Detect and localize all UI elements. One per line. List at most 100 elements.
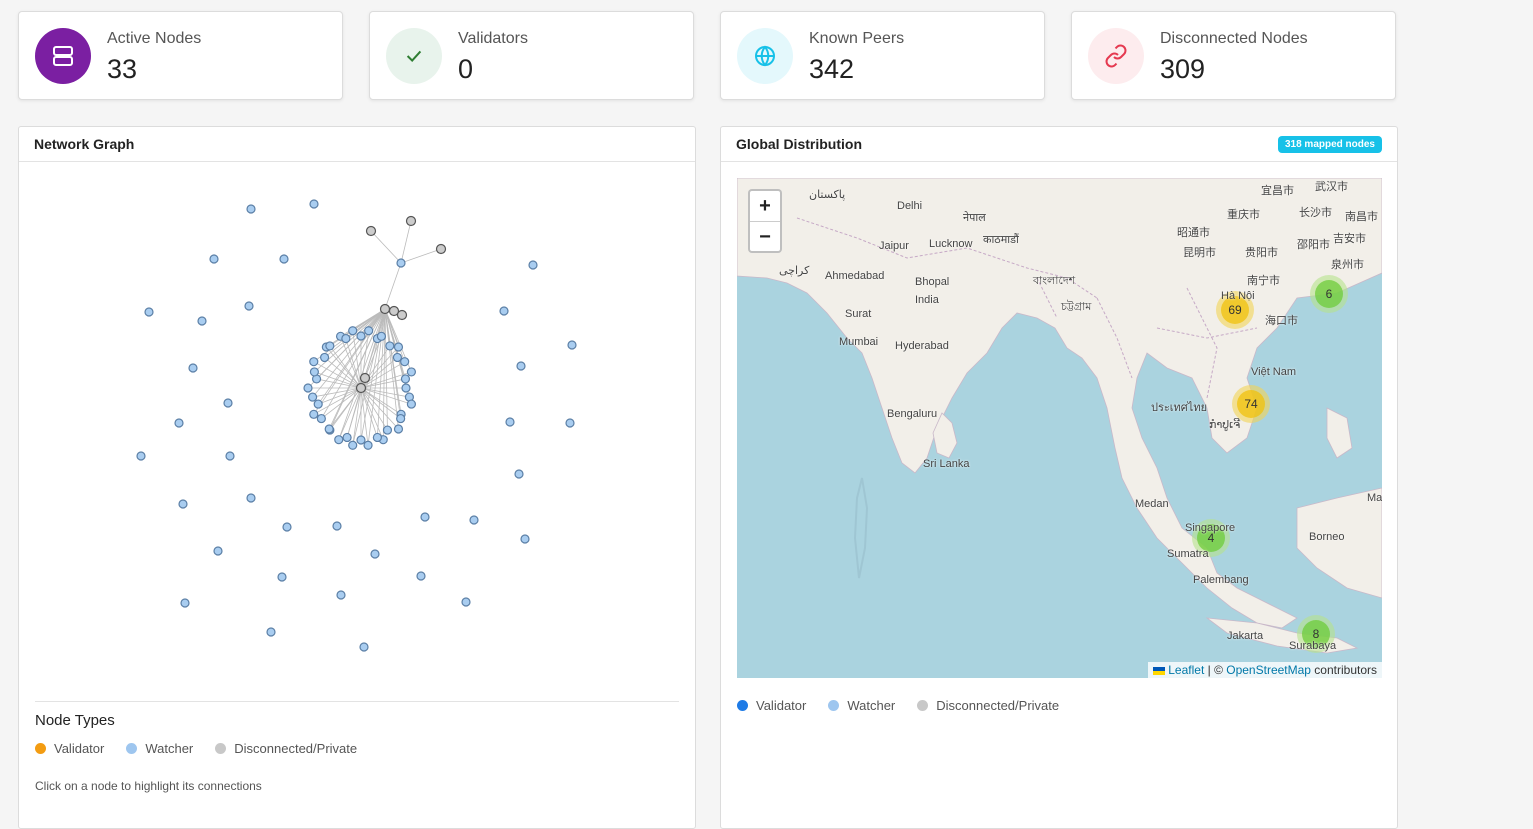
watcher-node[interactable] [319,352,330,363]
watcher-node[interactable] [406,367,417,377]
watcher-node[interactable] [279,254,289,264]
watcher-node[interactable] [393,342,404,352]
network-graph-canvas[interactable] [19,163,695,693]
map-place-label: ກຳປູເຈີ [1209,419,1241,431]
disconnected-node[interactable] [405,215,417,227]
watcher-node[interactable] [223,398,233,408]
disconnected-node[interactable] [435,243,447,255]
map-place-label: 昭通市 [1177,227,1210,239]
panel-title: Global Distribution [736,136,862,152]
disconnected-node[interactable] [379,303,391,315]
map-place-label: Surabaya [1289,640,1337,652]
watcher-node[interactable] [266,627,276,637]
watcher-node[interactable] [420,512,430,522]
watcher-node[interactable] [197,316,207,326]
watcher-node[interactable] [400,357,410,367]
watcher-node[interactable] [341,333,351,344]
watcher-node[interactable] [565,418,575,428]
legend-item-validator: Validator [35,741,104,756]
watcher-node[interactable] [178,499,188,509]
watcher-node[interactable] [309,409,319,419]
osm-link[interactable]: OpenStreetMap [1226,663,1311,677]
stat-card-disconnected-nodes: Disconnected Nodes 309 [1071,11,1396,100]
watcher-node[interactable] [400,374,411,384]
watcher-node[interactable] [359,642,369,652]
watcher-node[interactable] [376,331,387,341]
map-place-label: Ahmedabad [825,270,885,282]
watcher-node[interactable] [277,572,287,582]
watcher-node[interactable] [567,340,577,350]
watcher-node[interactable] [324,424,334,434]
watcher-node[interactable] [364,326,374,336]
watcher-node[interactable] [332,521,342,531]
watcher-node[interactable] [282,522,292,532]
watcher-node[interactable] [370,549,380,559]
watcher-node[interactable] [356,331,366,341]
stat-label: Validators [458,30,528,47]
watcher-node[interactable] [225,451,235,461]
watcher-node[interactable] [144,307,154,317]
watcher-node[interactable] [406,399,417,409]
watcher-node[interactable] [246,204,256,214]
watcher-node[interactable] [505,417,515,427]
ukraine-flag-icon [1153,666,1166,675]
watcher-node[interactable] [348,440,358,450]
watcher-node[interactable] [401,383,411,393]
land-india [737,178,1382,629]
watcher-node[interactable] [356,435,366,445]
map-place-label: काठमाडौं [983,234,1019,246]
watcher-node[interactable] [382,425,393,435]
watcher-node[interactable] [209,254,219,264]
watcher-node[interactable] [342,432,352,443]
watcher-node[interactable] [385,341,395,351]
watcher-node[interactable] [363,440,373,450]
watcher-node[interactable] [213,546,223,556]
watcher-node[interactable] [396,413,406,424]
svg-text:69: 69 [1228,303,1242,317]
map-tiles[interactable]: 69 74 6 4 8 [737,178,1382,678]
watcher-node[interactable] [316,413,326,424]
disconnected-node[interactable] [365,225,377,237]
watcher-node[interactable] [308,392,318,402]
watcher-node[interactable] [303,383,313,393]
watcher-node[interactable] [416,571,426,581]
map-container[interactable]: 69 74 6 4 8 پاکستان Delhi नेपाल Jaipur Luckn… [737,178,1382,678]
watcher-node[interactable] [334,435,344,445]
disconnected-node[interactable] [355,382,367,394]
watcher-node[interactable] [528,260,538,270]
disconnected-node[interactable] [396,309,408,321]
map-place-label: Singapore [1185,522,1236,534]
watcher-node[interactable] [246,493,256,503]
node-types-legend: Validator Watcher Disconnected/Private [35,741,379,756]
watcher-node[interactable] [514,469,524,479]
watcher-node[interactable] [372,432,382,443]
watcher-node[interactable] [180,598,190,608]
zoom-out-button[interactable]: − [750,222,780,252]
watcher-node[interactable] [188,363,198,373]
watcher-node[interactable] [244,301,254,311]
watcher-node[interactable] [309,367,319,377]
watcher-node[interactable] [396,258,406,268]
leaflet-link[interactable]: Leaflet [1168,663,1204,677]
watcher-node[interactable] [520,534,530,544]
validator-dot-icon [35,743,46,754]
watcher-node[interactable] [309,199,319,209]
watcher-node[interactable] [516,361,526,371]
watcher-node[interactable] [469,515,479,525]
zoom-in-button[interactable]: + [750,191,780,222]
map-place-label: کراچی [779,265,810,277]
validator-dot-icon [737,700,748,711]
watcher-node[interactable] [136,451,146,461]
watcher-node[interactable] [325,341,335,351]
watcher-node[interactable] [309,357,319,367]
watcher-node[interactable] [499,306,509,316]
watcher-node[interactable] [336,590,346,600]
watcher-node[interactable] [392,352,403,363]
disconnected-node[interactable] [359,372,371,384]
watcher-node[interactable] [393,424,404,434]
watcher-node[interactable] [348,326,358,336]
cluster-marker[interactable]: 6 [1310,275,1348,313]
watcher-node[interactable] [174,418,184,428]
watcher-node[interactable] [461,597,471,607]
watcher-node[interactable] [313,399,323,409]
